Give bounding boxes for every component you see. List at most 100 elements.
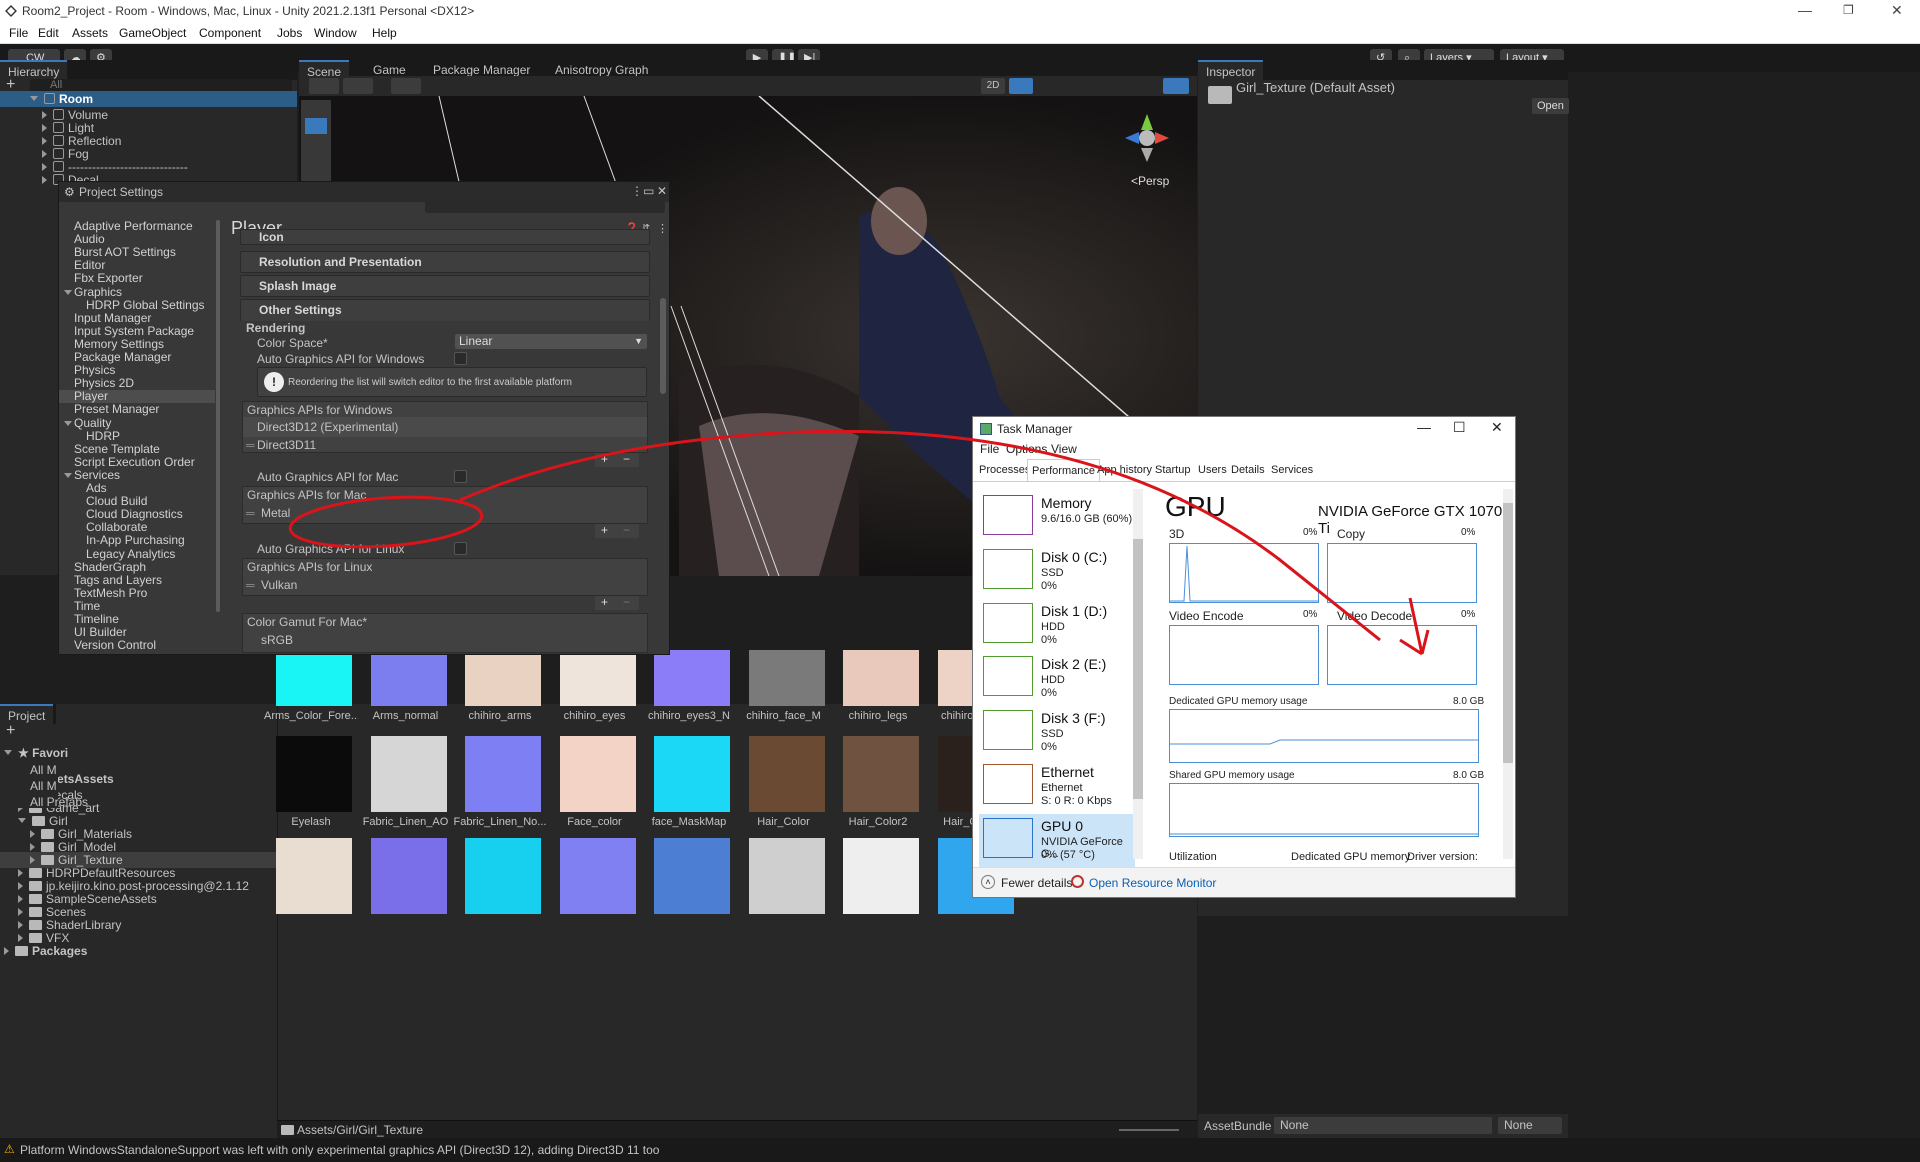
favorite-item[interactable]: All Prefabs: [30, 794, 88, 810]
expand-arrow-icon[interactable]: [4, 947, 9, 955]
settings-category[interactable]: UI Builder: [74, 626, 127, 639]
expand-arrow-icon[interactable]: [18, 882, 23, 890]
drag-handle-icon[interactable]: ═: [246, 578, 255, 592]
persp-label[interactable]: <Persp: [1131, 174, 1169, 188]
settings-category[interactable]: Version Control: [74, 639, 156, 652]
menu-window[interactable]: Window: [314, 26, 357, 40]
settings-category[interactable]: Editor: [74, 259, 105, 272]
expand-arrow-icon[interactable]: [18, 895, 23, 903]
tm-sidebar-item[interactable]: Ethernet Ethernet S: 0 R: 0 Kbps: [979, 760, 1135, 814]
settings-category[interactable]: Cloud Diagnostics: [74, 508, 183, 521]
api-row-d3d12[interactable]: Direct3D12 (Experimental): [243, 417, 647, 437]
settings-category[interactable]: Collaborate: [74, 521, 147, 534]
tm-menu-view[interactable]: View: [1051, 442, 1077, 456]
page-menu-icon[interactable]: ⋮: [657, 222, 668, 235]
settings-category[interactable]: Player: [59, 390, 215, 404]
settings-category[interactable]: Cloud Build: [74, 495, 147, 508]
tm-tab-app-history[interactable]: App history: [1093, 459, 1156, 481]
maximize-icon[interactable]: ▭: [643, 184, 654, 198]
asset-thumbnail[interactable]: [559, 650, 636, 706]
tm-sidebar-scrollbar[interactable]: [1133, 489, 1143, 859]
status-message[interactable]: Platform WindowsStandaloneSupport was le…: [20, 1143, 659, 1157]
settings-category[interactable]: Script Execution Order: [74, 455, 195, 469]
hierarchy-root-room[interactable]: Room: [0, 91, 297, 107]
settings-category[interactable]: Input System Package: [74, 324, 194, 338]
auto-api-mac-checkbox[interactable]: [454, 470, 467, 483]
asset-thumbnail[interactable]: [748, 736, 825, 812]
open-resource-monitor-link[interactable]: Open Resource Monitor: [1089, 876, 1216, 890]
gizmos-toggle[interactable]: [1163, 78, 1189, 94]
list-remove-icon[interactable]: −: [623, 595, 630, 609]
asset-thumbnail[interactable]: [748, 838, 825, 914]
api-row-d3d11[interactable]: ═ Direct3D11: [243, 437, 647, 453]
settings-category[interactable]: In-App Purchasing: [74, 534, 185, 547]
settings-category[interactable]: Physics 2D: [74, 377, 134, 390]
close-icon[interactable]: ✕: [657, 184, 667, 198]
drag-handle-icon[interactable]: ═: [246, 438, 255, 452]
menu-jobs[interactable]: Jobs: [277, 26, 302, 40]
draw-mode-button[interactable]: [309, 78, 339, 94]
expand-arrow-icon[interactable]: [64, 420, 72, 426]
grid-snap-button[interactable]: [391, 78, 421, 94]
settings-category[interactable]: Fbx Exporter: [74, 272, 143, 285]
tab-project[interactable]: Project: [0, 704, 54, 724]
api-row-metal[interactable]: ═ Metal: [243, 505, 647, 523]
tm-sidebar-item[interactable]: Disk 2 (E:) HDD 0%: [979, 652, 1135, 706]
tm-tab-details[interactable]: Details: [1227, 459, 1269, 481]
close-window-icon[interactable]: ✕: [1891, 2, 1903, 19]
tm-tab-users[interactable]: Users: [1194, 459, 1231, 481]
asset-thumbnail[interactable]: [559, 736, 636, 812]
open-button[interactable]: Open: [1532, 98, 1569, 114]
tm-menu-file[interactable]: File: [980, 442, 999, 456]
settings-category[interactable]: Ads: [74, 482, 107, 495]
menu-assets[interactable]: Assets: [72, 26, 108, 40]
settings-category[interactable]: Graphics: [64, 285, 122, 299]
tm-main-scrollbar[interactable]: [1503, 489, 1513, 859]
asset-thumbnail[interactable]: [370, 838, 447, 914]
asset-thumbnail[interactable]: [748, 650, 825, 706]
auto-api-linux-checkbox[interactable]: [454, 542, 467, 555]
asset-thumbnail[interactable]: [559, 838, 636, 914]
asset-thumbnail[interactable]: [276, 736, 352, 812]
expand-arrow-icon[interactable]: [18, 908, 23, 916]
tm-close-icon[interactable]: ✕: [1491, 419, 1503, 436]
tm-tab-services[interactable]: Services: [1267, 459, 1317, 481]
settings-category[interactable]: Legacy Analytics: [74, 547, 175, 561]
list-remove-icon[interactable]: −: [623, 452, 630, 466]
asset-thumbnail[interactable]: [654, 736, 730, 812]
asset-thumbnail[interactable]: [465, 650, 541, 706]
list-add-icon[interactable]: +: [601, 595, 608, 609]
menu-component[interactable]: Component: [199, 26, 261, 40]
asset-thumbnail[interactable]: [843, 650, 919, 706]
section-resolution[interactable]: Resolution and Presentation: [240, 251, 650, 273]
tab-inspector[interactable]: Inspector: [1198, 60, 1264, 80]
favorite-item[interactable]: All M: [30, 778, 57, 794]
expand-arrow-icon[interactable]: [64, 472, 72, 478]
settings-category[interactable]: TextMesh Pro: [74, 586, 147, 600]
section-icon[interactable]: Icon: [240, 229, 650, 245]
project-add-icon[interactable]: +: [6, 722, 15, 740]
tm-sidebar-item[interactable]: Disk 0 (C:) SSD 0%: [979, 545, 1135, 599]
expand-arrow-icon[interactable]: [18, 869, 23, 877]
expand-arrow-icon[interactable]: [42, 124, 47, 132]
settings-category[interactable]: Adaptive Performance: [74, 220, 193, 233]
tm-tab-processes[interactable]: Processes: [975, 459, 1034, 481]
settings-category[interactable]: Package Manager: [74, 351, 171, 364]
tm-sidebar-item[interactable]: Disk 3 (F:) SSD 0%: [979, 706, 1135, 760]
section-other-settings[interactable]: Other Settings: [240, 299, 650, 321]
expand-arrow-icon[interactable]: [42, 150, 47, 158]
asset-thumbnail[interactable]: [276, 838, 352, 914]
asset-thumbnail[interactable]: [465, 838, 541, 914]
settings-category[interactable]: Physics: [74, 364, 115, 377]
settings-scrollbar[interactable]: [660, 298, 666, 394]
expand-arrow-icon[interactable]: [18, 818, 26, 823]
asset-thumbnail[interactable]: [370, 736, 447, 812]
settings-category[interactable]: Burst AOT Settings: [74, 246, 176, 259]
expand-arrow-icon[interactable]: [64, 289, 72, 295]
settings-category[interactable]: Preset Manager: [74, 403, 159, 416]
color-space-dropdown[interactable]: Linear ▼: [455, 334, 647, 349]
settings-category[interactable]: Services: [64, 468, 120, 482]
tm-tab-performance[interactable]: Performance: [1027, 459, 1100, 481]
settings-category[interactable]: Scene Template: [74, 442, 160, 456]
asset-thumbnail[interactable]: [654, 650, 730, 706]
